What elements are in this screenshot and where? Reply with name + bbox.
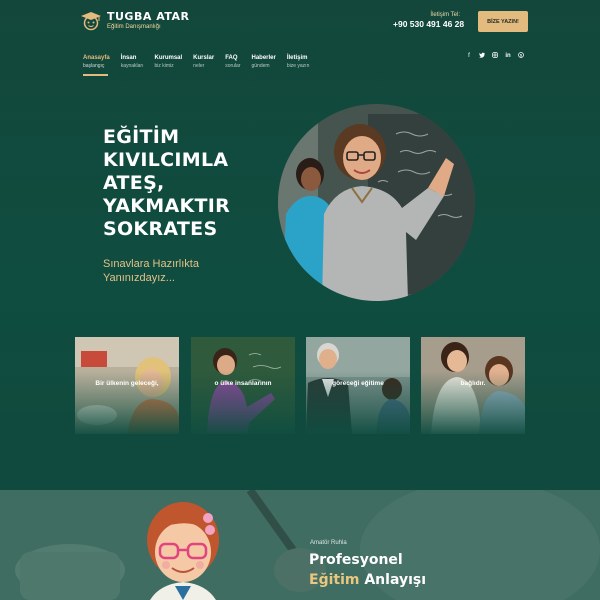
nav-item-subtitle: neler bbox=[193, 63, 205, 69]
feature-card[interactable]: o ülke insanlarının bbox=[191, 337, 295, 434]
linkedin-icon[interactable]: in bbox=[505, 52, 511, 61]
feature-card[interactable]: göreceği eğitime bbox=[306, 337, 410, 434]
hero-title: EĞİTİM KIVILCIMLA ATEŞ, YAKMAKTIR SOKRAT… bbox=[103, 126, 273, 241]
main-nav: Anasayfa başlangıç İnsan kaynakları Kuru… bbox=[83, 54, 320, 70]
section-title-accent: Eğitim bbox=[309, 572, 360, 588]
hero-subtitle-line: Sınavlara Hazırlıkta bbox=[103, 258, 199, 270]
nav-active-indicator bbox=[83, 74, 108, 76]
nav-item-title: FAQ bbox=[225, 55, 238, 61]
social-links: f in S bbox=[466, 52, 524, 61]
section-title-line1: Profesyonel bbox=[309, 552, 403, 568]
card-caption: bağlıdır. bbox=[460, 380, 486, 387]
nav-item-kurslar[interactable]: Kurslar neler bbox=[193, 54, 214, 70]
nav-item-subtitle: biz kimiz bbox=[154, 63, 174, 69]
brand-name: TUGBA ATAR bbox=[107, 10, 190, 23]
hero-subtitle: Sınavlara Hazırlıkta Yanınızdayız... bbox=[103, 257, 223, 285]
hero-teacher-photo bbox=[278, 104, 475, 301]
graduation-cap-icon bbox=[80, 10, 102, 32]
contact-phone[interactable]: +90 530 491 46 28 bbox=[393, 19, 464, 30]
nav-item-title: İletişim bbox=[286, 55, 308, 61]
nav-item-title: Kurslar bbox=[193, 55, 215, 61]
nav-item-title: Haberler bbox=[251, 55, 276, 61]
header-contact: İletişim Tel: +90 530 491 46 28 bbox=[393, 11, 464, 30]
nav-item-insan[interactable]: İnsan kaynakları bbox=[121, 54, 144, 70]
brand-logo[interactable]: TUGBA ATAR Eğitim Danışmanlığı bbox=[80, 10, 189, 32]
nav-item-subtitle: kaynakları bbox=[120, 63, 144, 69]
section-title-rest: Anlayışı bbox=[359, 572, 427, 588]
nav-item-title: İnsan bbox=[120, 55, 137, 61]
feature-card[interactable]: bağlıdır. bbox=[421, 337, 525, 434]
hero-title-line: SOKRATES bbox=[103, 218, 218, 240]
nav-item-faq[interactable]: FAQ sorular bbox=[225, 54, 240, 70]
hero-title-line: KIVILCIMLA bbox=[103, 149, 229, 171]
brand-tagline: Eğitim Danışmanlığı bbox=[107, 24, 161, 30]
nav-item-kurumsal[interactable]: Kurumsal biz kimiz bbox=[154, 54, 182, 70]
hero-title-line: YAKMAKTIR bbox=[103, 195, 231, 217]
section-background-photo bbox=[0, 490, 600, 600]
profesyonel-section: Amatör Ruhla Profesyonel Eğitim Anlayışı bbox=[0, 490, 600, 600]
nav-item-subtitle: gündem bbox=[251, 63, 270, 69]
feature-card[interactable]: Bir ülkenin geleceği, bbox=[75, 337, 179, 434]
nav-item-subtitle: sorular bbox=[225, 63, 241, 69]
card-caption: göreceği eğitime bbox=[332, 380, 384, 387]
nav-item-title: Kurumsal bbox=[154, 55, 183, 61]
nav-item-subtitle: başlangıç bbox=[83, 63, 105, 69]
instagram-icon[interactable] bbox=[492, 52, 498, 61]
nav-item-subtitle: bize yazın bbox=[286, 63, 310, 69]
card-caption: o ülke insanlarının bbox=[214, 380, 272, 387]
section-kicker: Amatör Ruhla bbox=[310, 540, 347, 546]
contact-us-button[interactable]: BİZE YAZIN! bbox=[478, 11, 528, 32]
hero-subtitle-line: Yanınızdayız... bbox=[103, 272, 175, 284]
section-title-line2: Eğitim Anlayışı bbox=[309, 570, 426, 590]
nav-item-iletisim[interactable]: İletişim bize yazın bbox=[287, 54, 310, 70]
facebook-icon[interactable]: f bbox=[466, 52, 472, 61]
skype-icon[interactable]: S bbox=[518, 52, 524, 61]
nav-item-haberler[interactable]: Haberler gündem bbox=[251, 54, 275, 70]
nav-item-title: Anasayfa bbox=[83, 55, 110, 61]
hero-title-line: EĞİTİM bbox=[103, 126, 180, 148]
twitter-icon[interactable] bbox=[479, 52, 485, 61]
card-caption: Bir ülkenin geleceği, bbox=[95, 380, 159, 387]
nav-item-anasayfa[interactable]: Anasayfa başlangıç bbox=[83, 54, 110, 70]
hero-title-line: ATEŞ, bbox=[103, 172, 165, 194]
contact-label: İletişim Tel: bbox=[430, 12, 460, 18]
